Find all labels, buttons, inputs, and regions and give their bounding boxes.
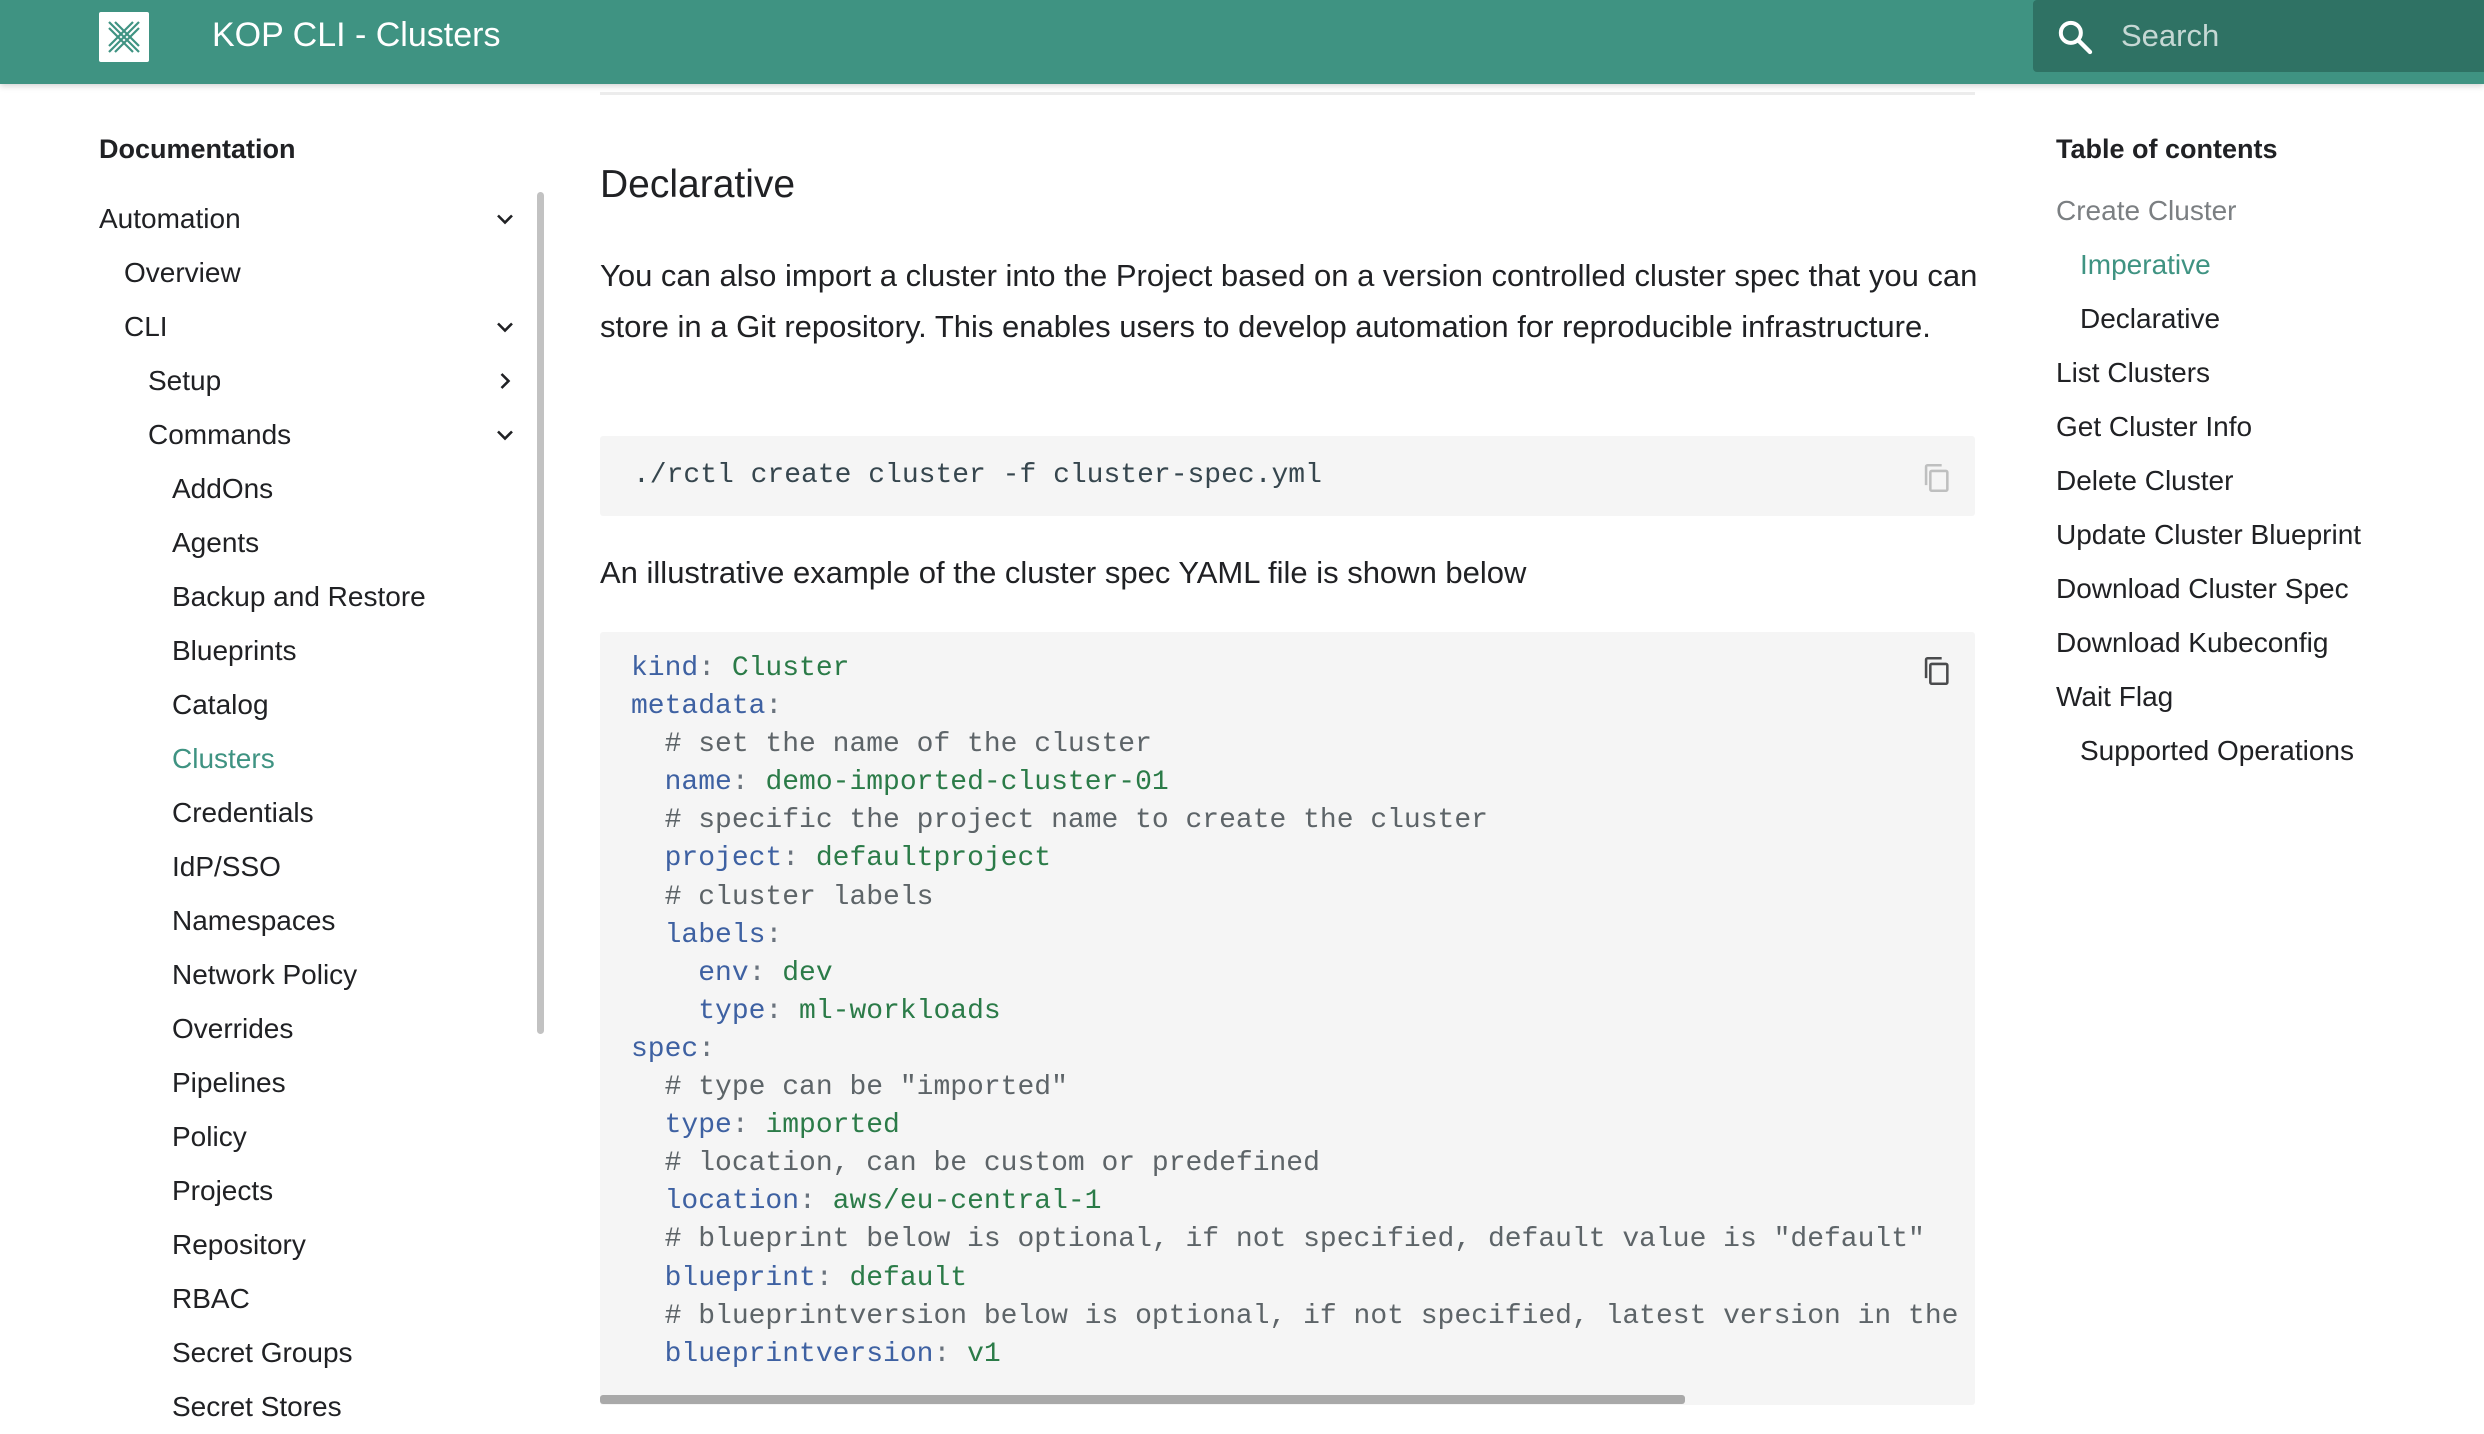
search-icon (2058, 20, 2093, 55)
command-text: ./rctl create cluster -f cluster-spec.ym… (633, 460, 1322, 491)
copy-icon[interactable] (1919, 459, 1953, 497)
sidebar-item-network-policy[interactable]: Network Policy (99, 948, 519, 1002)
toc-item-download-kubeconfig[interactable]: Download Kubeconfig (2056, 616, 2476, 670)
content-divider (600, 92, 1975, 95)
toc-item-imperative[interactable]: Imperative (2056, 238, 2476, 292)
intro-paragraph: You can also import a cluster into the P… (600, 258, 1978, 344)
sidebar-item-secret-stores[interactable]: Secret Stores (99, 1380, 519, 1434)
sidebar-item-agents[interactable]: Agents (99, 516, 519, 570)
toc-item-declarative[interactable]: Declarative (2056, 292, 2476, 346)
sidebar-item-credentials[interactable]: Credentials (99, 786, 519, 840)
toc-item-create-cluster[interactable]: Create Cluster (2056, 184, 2476, 238)
sidebar-item-namespaces[interactable]: Namespaces (99, 894, 519, 948)
command-code-block: ./rctl create cluster -f cluster-spec.ym… (600, 436, 1975, 516)
sidebar-item-rbac[interactable]: RBAC (99, 1272, 519, 1326)
sidebar-item-overrides[interactable]: Overrides (99, 1002, 519, 1056)
sidebar-item-overview[interactable]: Overview (99, 246, 519, 300)
top-header: KOP CLI - Clusters (0, 0, 2484, 84)
sidebar-item-cli[interactable]: CLI (99, 300, 519, 354)
sidebar-item-backup-and-restore[interactable]: Backup and Restore (99, 570, 519, 624)
toc-item-get-cluster-info[interactable]: Get Cluster Info (2056, 400, 2476, 454)
yaml-value: ml-workloads (799, 995, 1001, 1027)
yaml-value: defaultproject (815, 843, 1052, 875)
yaml-value: default (849, 1262, 968, 1294)
toc-item-supported-operations[interactable]: Supported Operations (2056, 724, 2476, 778)
table-of-contents: Table of contents Create Cluster Imperat… (2056, 130, 2476, 766)
yaml-key: location (664, 1186, 800, 1218)
chevron-down-icon[interactable] (491, 421, 519, 449)
yaml-key: name (664, 767, 732, 799)
yaml-key: blueprint (664, 1262, 816, 1294)
toc-item-download-cluster-spec[interactable]: Download Cluster Spec (2056, 562, 2476, 616)
yaml-comment: # specific the project name to create th… (664, 805, 1488, 837)
yaml-value: v1 (967, 1338, 1001, 1370)
yaml-code-block: kind: Cluster metadata: # set the name o… (600, 632, 1975, 1405)
yaml-value: imported (765, 1110, 900, 1142)
sidebar-item-catalog[interactable]: Catalog (99, 678, 519, 732)
yaml-key: type (664, 1110, 732, 1142)
copy-icon[interactable] (1919, 652, 1953, 690)
search-box[interactable] (2033, 0, 2484, 72)
toc-item-update-cluster-blueprint[interactable]: Update Cluster Blueprint (2056, 508, 2476, 562)
toc-item-list-clusters[interactable]: List Clusters (2056, 346, 2476, 400)
toc-heading: Table of contents (2056, 134, 2278, 164)
example-intro: An illustrative example of the cluster s… (600, 555, 1527, 590)
yaml-value: dev (782, 957, 833, 989)
toc-item-wait-flag[interactable]: Wait Flag (2056, 670, 2476, 724)
yaml-key: metadata (631, 691, 766, 723)
yaml-key: type (698, 995, 766, 1027)
sidebar-item-repository[interactable]: Repository (99, 1218, 519, 1272)
chevron-right-icon[interactable] (491, 367, 519, 395)
yaml-key: labels (664, 919, 766, 951)
yaml-key: kind (631, 653, 699, 684)
yaml-code: kind: Cluster metadata: # set the name o… (631, 650, 1975, 1374)
sidebar-item-idp-sso[interactable]: IdP/SSO (99, 840, 519, 894)
yaml-key: spec (631, 1033, 699, 1065)
code-horizontal-scrollbar[interactable] (600, 1395, 1685, 1404)
nav-heading: Documentation (99, 134, 296, 164)
yaml-comment: # cluster labels (664, 881, 934, 913)
toc-list: Create Cluster Imperative Declarative Li… (2056, 184, 2476, 778)
chevron-down-icon[interactable] (491, 205, 519, 233)
yaml-key: blueprintversion (664, 1338, 934, 1370)
logo-icon (108, 21, 140, 53)
sidebar-nav: Documentation Automation Overview CLI Se… (99, 130, 519, 1422)
yaml-comment: # blueprintversion below is optional, if… (664, 1300, 1975, 1332)
site-title: KOP CLI - Clusters (212, 16, 501, 54)
yaml-comment: # type can be "imported" (664, 1072, 1068, 1104)
sidebar-item-clusters[interactable]: Clusters (99, 732, 519, 786)
yaml-value: Cluster (731, 653, 850, 684)
sidebar-item-addons[interactable]: AddOns (99, 462, 519, 516)
sidebar-item-pipelines[interactable]: Pipelines (99, 1056, 519, 1110)
search-input[interactable] (2119, 12, 2473, 60)
yaml-key: env (698, 957, 749, 989)
chevron-down-icon[interactable] (491, 313, 519, 341)
yaml-comment: # blueprint below is optional, if not sp… (664, 1224, 1925, 1256)
sidebar-item-automation[interactable]: Automation (99, 192, 519, 246)
sidebar-item-policy[interactable]: Policy (99, 1110, 519, 1164)
sidebar-item-commands[interactable]: Commands (99, 408, 519, 462)
yaml-value: aws/eu-central-1 (832, 1186, 1102, 1218)
yaml-comment: # location, can be custom or predefined (664, 1148, 1320, 1180)
yaml-value: demo-imported-cluster-01 (765, 767, 1169, 799)
sidebar-item-blueprints[interactable]: Blueprints (99, 624, 519, 678)
sidebar-item-projects[interactable]: Projects (99, 1164, 519, 1218)
sidebar-item-secret-groups[interactable]: Secret Groups (99, 1326, 519, 1380)
sidebar-item-setup[interactable]: Setup (99, 354, 519, 408)
nav-list: Automation Overview CLI Setup Commands A… (99, 192, 519, 1434)
toc-item-delete-cluster[interactable]: Delete Cluster (2056, 454, 2476, 508)
sidebar-scrollbar[interactable] (537, 192, 544, 1034)
yaml-comment: # set the name of the cluster (664, 729, 1152, 761)
section-heading: Declarative (600, 163, 796, 206)
site-logo[interactable] (99, 12, 149, 62)
yaml-key: project (664, 843, 783, 875)
